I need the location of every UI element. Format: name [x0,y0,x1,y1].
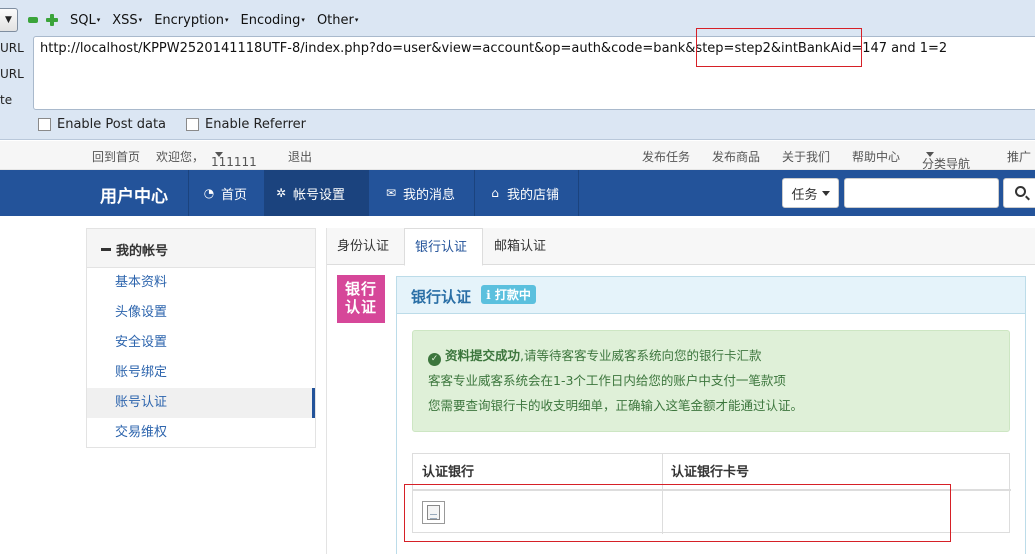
col-bank-header: 认证银行 [422,465,475,480]
enable-referrer-option[interactable]: Enable Referrer [186,117,306,132]
alert-line3: 您需要查询银行卡的收支明细单，正确输入这笔金额才能通过认证。 [428,398,804,413]
brand-title[interactable]: 用户中心 [100,182,168,207]
user-menu[interactable]: 111111 [211,148,257,169]
increase-icon[interactable] [46,14,58,26]
menu-xss[interactable]: XSS▾ [112,13,142,28]
site-topbar: 回到首页 欢迎您， 111111 退出 发布任务 发布商品 关于我们 帮助中心 … [0,141,1035,171]
search-type-dropdown[interactable]: 任务 [782,178,839,208]
alert-title: 资料提交成功 [445,348,521,363]
envelope-icon: ✉ [385,186,397,200]
panel-header: 银行认证 ℹ 打款中 [397,277,1025,314]
success-alert: ✓ 资料提交成功,请等待客客专业威客系统向您的银行卡汇款 客客专业威客系统会在1-… [412,330,1010,432]
logout-link[interactable]: 退出 [288,148,312,165]
hackbar-options: Enable Post data Enable Referrer [38,117,326,132]
nav-home[interactable]: ◔ 首页 [192,170,264,216]
sidebar-item-binding[interactable]: 账号绑定 [87,358,315,388]
bank-verify-panel: 银行认证 ℹ 打款中 ✓ 资料提交成功,请等待客客专业威客系统向您的银行卡汇款 客… [396,276,1026,554]
tab-email[interactable]: 邮箱认证 [484,228,564,265]
nav-my-shop[interactable]: ⌂ 我的店铺 [478,170,578,216]
nav-messages[interactable]: ✉ 我的消息 [374,170,474,216]
bank-verify-badge: 银行 认证 [337,275,385,323]
tab-bank[interactable]: 银行认证 [404,228,483,266]
check-circle-icon: ✓ [428,353,441,366]
gears-icon: ✲ [275,186,287,200]
alert-line2: 客客专业威客系统会在1-3个工作日内给您的账户中支付一笔款项 [428,373,786,388]
search-button[interactable] [1003,178,1035,208]
enable-post-checkbox[interactable] [38,118,51,131]
decrease-icon[interactable] [28,17,38,23]
load-url-label[interactable]: URL [0,41,24,55]
url-textarea[interactable]: http://localhost/KPPW2520141118UTF-8/ind… [33,36,1035,110]
split-url-label[interactable]: URL [0,67,24,81]
promote-link[interactable]: 推广 [1007,148,1031,165]
menu-other[interactable]: Other▾ [317,13,358,28]
sidebar-item-basic-info[interactable]: 基本资料 [87,268,315,298]
minus-icon [101,248,111,251]
sidebar-title: 我的帐号 [87,229,315,268]
verification-tabs: 身份认证 银行认证 邮箱认证 [327,228,1035,266]
sidebar-item-verification[interactable]: 账号认证 [87,388,315,418]
publish-product-link[interactable]: 发布商品 [712,148,760,165]
sidebar-item-avatar[interactable]: 头像设置 [87,298,315,328]
about-link[interactable]: 关于我们 [782,148,830,165]
menu-encoding[interactable]: Encoding▾ [241,13,305,28]
sidebar-item-security[interactable]: 安全设置 [87,328,315,358]
tab-identity[interactable]: 身份认证 [327,228,404,265]
dashboard-icon: ◔ [203,186,215,200]
alert-line1: ,请等待客客专业威客系统向您的银行卡汇款 [520,348,762,363]
search-input[interactable] [844,178,999,208]
bank-table: 认证银行 认证银行卡号 [412,453,1011,534]
home-icon: ⌂ [491,186,499,200]
status-badge: ℹ 打款中 [481,285,536,304]
nav-account-settings[interactable]: ✲ 帐号设置 [264,170,369,216]
hackbar-toolbar: ▼ SQL▾ XSS▾ Encryption▾ Encoding▾ Other▾… [0,0,1035,140]
publish-task-link[interactable]: 发布任务 [642,148,690,165]
account-sidebar: 我的帐号 基本资料 头像设置 安全设置 账号绑定 账号认证 交易维权 [86,228,316,448]
load-url-dropdown[interactable]: ▼ [0,8,18,32]
info-icon: ℹ [486,288,491,302]
execute-label[interactable]: te [0,93,12,107]
welcome-text: 欢迎您， [156,150,205,164]
hackbar-menu: ▼ SQL▾ XSS▾ Encryption▾ Encoding▾ Other▾ [0,8,358,32]
enable-referrer-checkbox[interactable] [186,118,200,131]
enable-post-option[interactable]: Enable Post data [38,117,166,132]
sidebar-item-disputes[interactable]: 交易维权 [87,418,315,448]
menu-sql[interactable]: SQL▾ [70,13,100,28]
category-nav-link[interactable]: 分类导航 [922,148,970,171]
menu-encryption[interactable]: Encryption▾ [154,13,228,28]
help-link[interactable]: 帮助中心 [852,148,900,165]
col-card-header: 认证银行卡号 [671,465,750,480]
broken-image-icon [422,501,445,524]
home-link[interactable]: 回到首页 [92,148,140,165]
chevron-down-icon [821,190,830,196]
search-icon [1015,186,1026,197]
panel-title: 银行认证 [411,288,472,306]
